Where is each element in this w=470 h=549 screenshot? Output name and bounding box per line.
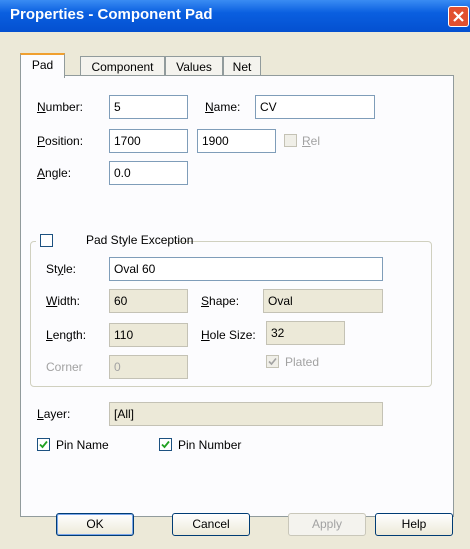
close-button[interactable] <box>448 6 469 27</box>
tab-values-label: Values <box>176 60 212 74</box>
help-button[interactable]: Help <box>375 513 453 536</box>
rel-label: Rel <box>302 134 321 148</box>
pin-name-label: Pin Name <box>56 438 109 452</box>
checkmark-icon <box>268 357 277 366</box>
apply-button[interactable]: Apply <box>288 513 366 536</box>
length-label: Length: <box>46 328 87 342</box>
shape-label: Shape: <box>201 294 240 308</box>
plated-label: Plated <box>285 355 320 369</box>
style-label: Style: <box>46 262 77 276</box>
shape-field[interactable]: Oval <box>263 289 383 313</box>
layer-label: Layer: <box>37 407 71 421</box>
cancel-button[interactable]: Cancel <box>172 513 250 536</box>
tab-net-label: Net <box>232 60 252 74</box>
position-label: Position: <box>37 134 84 148</box>
ok-button[interactable]: OK <box>56 513 134 536</box>
hole-size-label: Hole Size: <box>201 328 256 342</box>
number-label: Number: <box>37 100 84 114</box>
rel-checkbox[interactable] <box>284 134 297 147</box>
corner-field[interactable]: 0 <box>109 355 188 379</box>
title-bar[interactable]: Properties - Component Pad <box>0 0 470 32</box>
width-label: Width: <box>46 294 81 308</box>
name-label: Name: <box>205 100 241 114</box>
position-y-field[interactable]: 1900 <box>197 129 276 153</box>
pin-name-checkbox[interactable] <box>37 438 50 451</box>
window-title: Properties - Component Pad <box>10 6 213 23</box>
position-x-field[interactable]: 1700 <box>109 129 188 153</box>
tab-pad-label: Pad <box>31 58 54 72</box>
angle-label: Angle: <box>37 166 72 180</box>
number-field[interactable]: 5 <box>109 95 188 119</box>
pad-style-exception-checkbox[interactable] <box>40 234 53 247</box>
layer-field[interactable]: [All] <box>109 402 383 426</box>
plated-checkbox[interactable] <box>266 355 279 368</box>
pin-number-checkbox[interactable] <box>159 438 172 451</box>
pad-style-exception-label: Pad Style Exception <box>86 233 194 247</box>
width-field[interactable]: 60 <box>109 289 188 313</box>
name-field[interactable]: CV <box>255 95 375 119</box>
checkmark-icon <box>161 440 170 449</box>
checkmark-icon <box>39 440 48 449</box>
properties-dialog: Properties - Component Pad Pad Component… <box>0 0 470 549</box>
angle-field[interactable]: 0.0 <box>109 161 188 185</box>
pad-style-group-header: Pad Style Exception <box>36 233 193 249</box>
hole-size-field[interactable]: 32 <box>266 321 345 345</box>
style-field[interactable]: Oval 60 <box>109 257 383 281</box>
close-icon <box>453 11 464 22</box>
pin-number-label: Pin Number <box>178 438 242 452</box>
tab-component-label: Component <box>91 60 154 74</box>
length-field[interactable]: 110 <box>109 323 188 347</box>
corner-label: Corner <box>46 360 83 374</box>
tab-pad[interactable]: Pad <box>20 53 65 78</box>
